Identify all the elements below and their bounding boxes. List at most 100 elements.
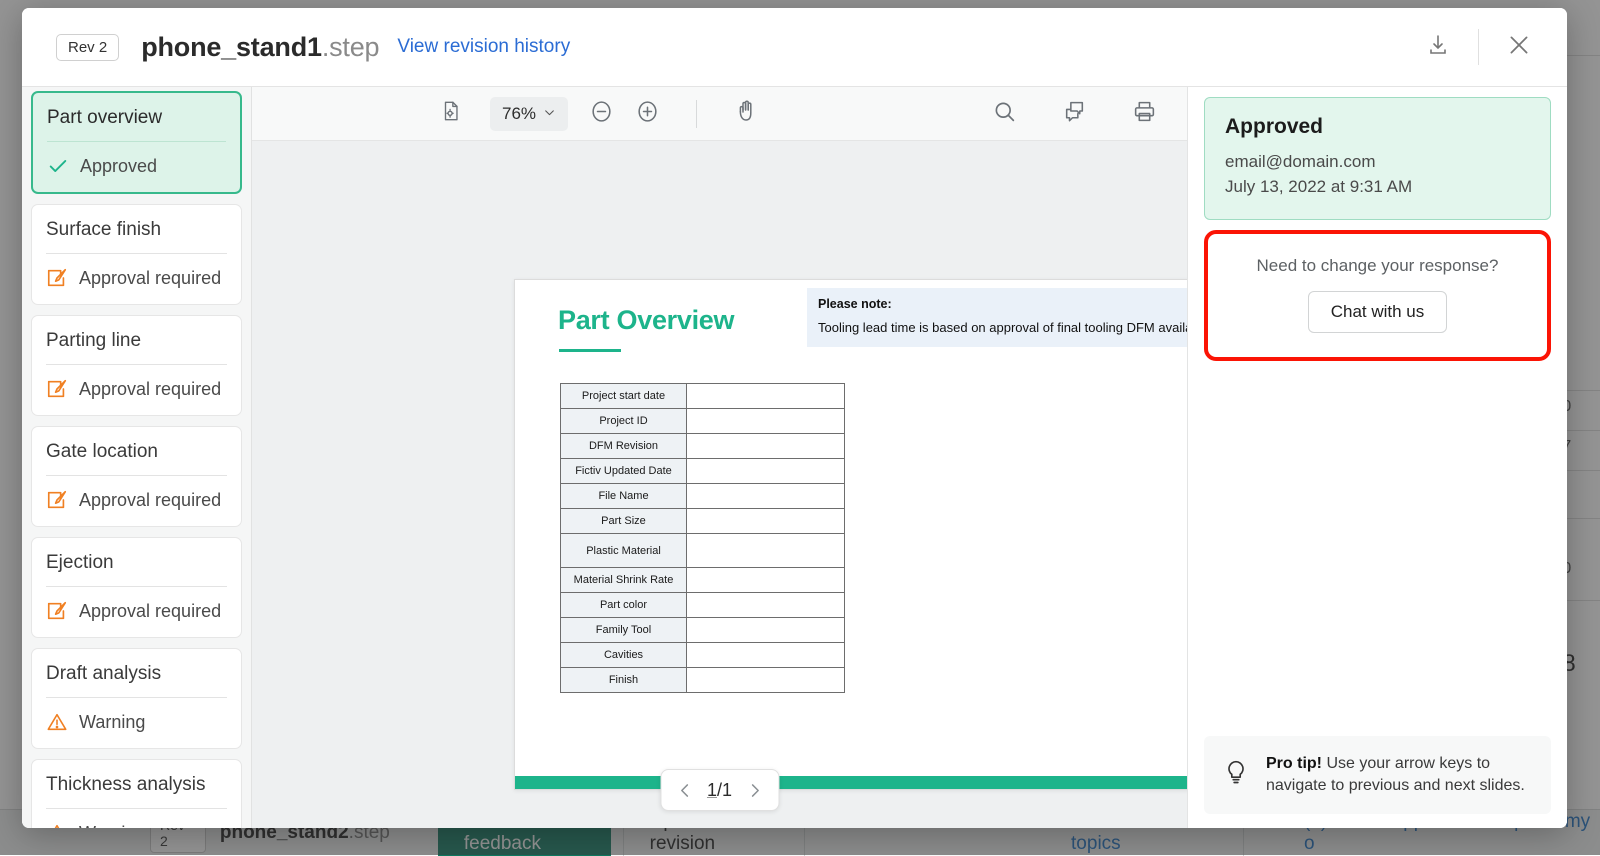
comment-icon [1062,99,1087,129]
table-cell-value [687,618,845,643]
file-name-text: phone_stand1 [141,32,322,62]
table-row: Project ID [561,409,845,434]
sidebar-item-title: Thickness analysis [46,774,227,808]
edit-approval-icon [46,378,68,400]
sidebar-item-title: Parting line [46,330,227,364]
table-row: Plastic Material [561,534,845,568]
sidebar-item-status: Approval required [46,587,227,622]
dfm-review-modal: Rev 2 phone_stand1.step View revision hi… [22,8,1567,828]
search-button[interactable] [981,95,1027,133]
file-extension-text: .step [322,32,380,62]
pro-tip-card: Pro tip! Use your arrow keys to navigate… [1204,736,1551,814]
sidebar-item-status: Warning [46,809,227,828]
slide-title: Part Overview [558,305,734,336]
sidebar-item-status-label: Approval required [79,490,221,511]
zoom-level-select[interactable]: 76% [490,97,568,131]
toolbar-divider [696,100,697,128]
sidebar-item-title: Gate location [46,441,227,475]
header-divider [1478,29,1479,65]
sidebar-item-title: Part overview [47,107,226,141]
revision-chip: Rev 2 [56,34,119,61]
pro-tip-text: Pro tip! Use your arrow keys to navigate… [1266,753,1533,797]
sidebar-item-status-label: Approved [80,156,157,177]
next-page-button[interactable] [745,781,764,800]
pro-tip-label: Pro tip! [1266,755,1322,772]
change-response-card: Need to change your response? Chat with … [1204,230,1551,361]
view-revision-history-link[interactable]: View revision history [397,36,570,58]
sidebar-item-thickness-analysis[interactable]: Thickness analysis Warning [31,759,242,828]
table-cell-value [687,484,845,509]
edit-approval-icon [46,489,68,511]
approval-timestamp: July 13, 2022 at 9:31 AM [1225,175,1530,200]
table-cell-label: Fictiv Updated Date [561,459,687,484]
table-row: DFM Revision [561,434,845,459]
minus-circle-icon [589,99,614,129]
table-cell-value [687,593,845,618]
status-badge: Approved [1225,115,1530,139]
sidebar-item-draft-analysis[interactable]: Draft analysis Warning [31,648,242,749]
sidebar-item-status: Approval required [46,476,227,511]
table-row: Fictiv Updated Date [561,459,845,484]
table-row: Part color [561,593,845,618]
page-indicator[interactable]: 1/1 [707,780,732,801]
table-cell-value [687,668,845,693]
table-cell-value [687,534,845,568]
sidebar-item-ejection[interactable]: Ejection Approval required [31,537,242,638]
document-properties-button[interactable] [428,95,474,133]
sidebar-item-status-label: Approval required [79,379,221,400]
sidebar-item-status-label: Approval required [79,601,221,622]
current-page-input[interactable]: 1 [707,780,717,800]
hand-icon [734,99,758,128]
chevron-down-icon [543,104,556,124]
table-cell-label: Part color [561,593,687,618]
print-button[interactable] [1121,95,1167,133]
modal-header: Rev 2 phone_stand1.step View revision hi… [22,8,1567,86]
chat-with-us-button[interactable]: Chat with us [1308,291,1448,333]
dfm-sections-sidebar[interactable]: Part overview Approved Surface finish Ap… [22,87,252,828]
table-row: Project start date [561,384,845,409]
table-cell-label: Family Tool [561,618,687,643]
table-cell-label: Project ID [561,409,687,434]
plus-circle-icon [635,99,660,129]
table-cell-value [687,459,845,484]
sidebar-item-surface-finish[interactable]: Surface finish Approval required [31,204,242,305]
table-cell-label: DFM Revision [561,434,687,459]
comments-button[interactable] [1051,95,1097,133]
zoom-level-value: 76% [502,104,536,124]
note-label: Please note: [818,297,1187,311]
print-icon [1132,99,1157,129]
table-cell-value [687,384,845,409]
sidebar-item-status: Approved [47,142,226,177]
sidebar-item-title: Surface finish [46,219,227,253]
table-row: Cavities [561,643,845,668]
table-row: Family Tool [561,618,845,643]
previous-page-button[interactable] [675,781,694,800]
table-cell-value [687,409,845,434]
slide-footer-bar [515,776,1187,789]
zoom-in-button[interactable] [624,95,670,133]
sidebar-item-parting-line[interactable]: Parting line Approval required [31,315,242,416]
close-icon [1506,32,1532,63]
table-row: File Name [561,484,845,509]
close-button[interactable] [1489,8,1549,86]
table-cell-label: Material Shrink Rate [561,568,687,593]
pan-tool-button[interactable] [723,95,769,133]
warning-triangle-icon [46,711,68,733]
zoom-out-button[interactable] [578,95,624,133]
table-cell-value [687,568,845,593]
approver-email: email@domain.com [1225,150,1530,175]
sidebar-item-gate-location[interactable]: Gate location Approval required [31,426,242,527]
note-text: Tooling lead time is based on approval o… [818,320,1187,336]
sidebar-item-status-label: Warning [79,823,145,829]
page-navigation: 1/1 [660,769,779,811]
sidebar-item-status-label: Approval required [79,268,221,289]
table-cell-label: Project start date [561,384,687,409]
slide-canvas[interactable]: Part Overview Please note: Tooling lead … [252,141,1187,828]
download-button[interactable] [1408,8,1468,86]
lightbulb-icon [1222,758,1250,791]
table-row: Material Shrink Rate [561,568,845,593]
change-response-prompt: Need to change your response? [1224,256,1531,276]
edit-approval-icon [46,600,68,622]
sidebar-item-part-overview[interactable]: Part overview Approved [31,91,242,194]
table-cell-label: Finish [561,668,687,693]
